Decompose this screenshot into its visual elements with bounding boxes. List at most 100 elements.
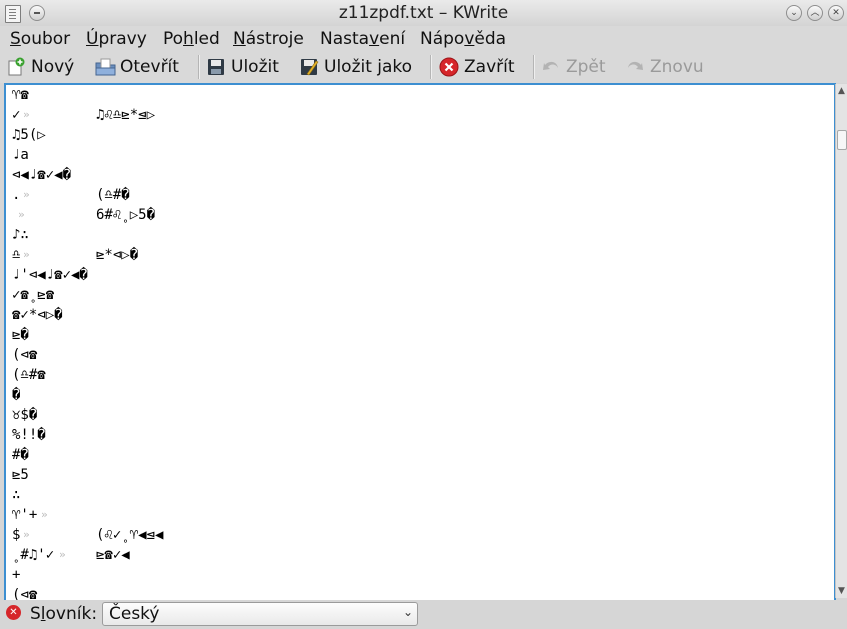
editor-line[interactable]: ✓☎˳⊵☎ — [12, 285, 812, 305]
spell-error-icon: ✕ — [6, 605, 21, 620]
editor-line[interactable]: ♪∴ — [12, 225, 812, 245]
line-text: . — [12, 187, 21, 203]
close-icon: ✕ — [832, 7, 840, 18]
redo-icon — [625, 57, 645, 77]
editor-line[interactable]: » 6#♌˳▷5� — [12, 205, 812, 225]
title-bar: z11zpdf.txt – KWrite ⌄ ︿ ✕ — [0, 0, 847, 27]
redo-label: Znovu — [650, 57, 704, 77]
save-button[interactable]: Uložit — [206, 54, 279, 80]
editor-line[interactable]: ⊵� — [12, 325, 812, 345]
main-toolbar: Nový Otevřít Uložit Uložit jako Zavřít Z… — [0, 51, 847, 83]
new-label: Nový — [31, 57, 75, 77]
tab-marker: » — [23, 108, 30, 121]
save-as-label: Uložit jako — [324, 57, 413, 77]
line-text: ⊵� — [12, 327, 29, 343]
menu-nastroje[interactable]: Nástroje — [233, 29, 304, 49]
save-as-icon — [299, 57, 319, 77]
line-text: (♎#☎ — [12, 367, 46, 383]
editor-line[interactable]: ♈'+» — [12, 505, 812, 525]
new-button[interactable]: Nový — [6, 54, 74, 80]
editor-line[interactable]: ♉$� — [12, 405, 812, 425]
scroll-up-icon[interactable]: ▲ — [836, 84, 847, 98]
line-text: ♫5(▷ — [12, 127, 46, 143]
line-text-column: ⊵☎✓◀ — [96, 547, 130, 563]
open-button[interactable]: Otevřít — [95, 54, 179, 80]
editor-line[interactable]: %!!� — [12, 425, 812, 445]
minimize-button[interactable]: ︿ — [807, 5, 823, 21]
close-circle-icon — [439, 57, 459, 77]
window-options-button[interactable]: ⌄ — [786, 5, 802, 21]
line-text: ⊲◀♩☎✓◀� — [12, 167, 72, 183]
tab-marker: » — [18, 208, 25, 221]
vertical-scrollbar[interactable]: ▲ ▼ — [835, 84, 847, 598]
toolbar-separator — [198, 55, 200, 79]
line-text: ∴ — [12, 487, 21, 503]
dictionary-select[interactable]: Český ⌄ — [102, 602, 418, 626]
editor-line[interactable]: ˳#♫'✓ » ⊵☎✓◀ — [12, 545, 812, 565]
line-text: %!!� — [12, 427, 46, 443]
line-text: ✓ — [12, 107, 21, 123]
line-text-column: ⊵*⊲▷� — [96, 247, 139, 263]
line-text: #� — [12, 447, 29, 463]
chevron-up-icon: ︿ — [810, 7, 820, 18]
menu-pohled[interactable]: Pohled — [163, 29, 220, 49]
line-text: + — [12, 567, 21, 583]
undo-button[interactable]: Zpět — [541, 54, 606, 80]
text-editor[interactable]: ♈☎ ✓» ♫♌♎⊵*⊴▷ ♫5(▷ ♩a ⊲◀♩☎✓◀�.» (♎#�» 6#♌˳▷5� ♪∴… — [4, 83, 836, 602]
editor-line[interactable]: ♫5(▷ — [12, 125, 812, 145]
editor-line[interactable]: ∴ — [12, 485, 812, 505]
scrollbar-thumb[interactable] — [837, 130, 847, 150]
tab-marker: » — [23, 248, 30, 261]
line-text-column: 6#♌˳▷5� — [96, 207, 156, 223]
menu-soubor[interactable]: Soubor — [10, 29, 70, 49]
dictionary-label: Slovník: — [30, 604, 98, 624]
line-text: ♈'+ — [12, 507, 38, 523]
line-text: ✓☎˳⊵☎ — [12, 287, 55, 303]
line-text: ♈☎ — [12, 87, 29, 103]
editor-line[interactable]: $» (♌✓˳♈◀⊴◀ — [12, 525, 812, 545]
status-bar: ✕ Slovník: Český ⌄ — [0, 600, 847, 629]
line-text: ☎✓*⊲▷� — [12, 307, 63, 323]
menu-upravy[interactable]: Úpravy — [86, 29, 147, 49]
editor-line[interactable]: � — [12, 385, 812, 405]
editor-line[interactable]: .» (♎#� — [12, 185, 812, 205]
editor-line[interactable]: ♎» ⊵*⊲▷� — [12, 245, 812, 265]
tab-marker: » — [23, 188, 30, 201]
line-text: ♪∴ — [12, 227, 29, 243]
editor-line[interactable]: + — [12, 565, 812, 585]
line-text: (⊲☎ — [12, 347, 38, 363]
close-document-button[interactable]: Zavřít — [439, 54, 515, 80]
dictionary-value: Český — [109, 604, 160, 624]
menu-nastaveni[interactable]: Nastavení — [320, 29, 405, 49]
toolbar-separator — [533, 55, 535, 79]
menu-napoveda[interactable]: Nápověda — [420, 29, 506, 49]
close-window-button[interactable]: ✕ — [828, 5, 844, 21]
line-text: ♎ — [12, 247, 21, 263]
save-disk-icon — [206, 57, 226, 77]
editor-line[interactable]: ♩'⊲◀♩☎✓◀� — [12, 265, 812, 285]
save-as-button[interactable]: Uložit jako — [299, 54, 412, 80]
editor-line[interactable]: ♈☎ — [12, 85, 812, 105]
editor-line[interactable]: ♩a — [12, 145, 812, 165]
editor-lines: ♈☎ ✓» ♫♌♎⊵*⊴▷ ♫5(▷ ♩a ⊲◀♩☎✓◀�.» (♎#�» 6#♌˳▷5� ♪∴… — [12, 85, 812, 600]
editor-line[interactable]: ✓» ♫♌♎⊵*⊴▷ — [12, 105, 812, 125]
chevron-down-icon: ⌄ — [790, 7, 798, 18]
editor-line[interactable]: #� — [12, 445, 812, 465]
undo-label: Zpět — [566, 57, 606, 77]
editor-line[interactable]: ⊵5 — [12, 465, 812, 485]
tab-marker: » — [59, 548, 66, 561]
scroll-down-icon[interactable]: ▼ — [836, 584, 847, 598]
line-text: $ — [12, 527, 21, 543]
editor-line[interactable]: (⊲☎ — [12, 345, 812, 365]
menu-bar: Soubor Úpravy Pohled Nástroje Nastavení … — [0, 26, 847, 51]
line-text: ⊵5 — [12, 467, 29, 483]
toolbar-separator — [430, 55, 432, 79]
line-text: ♩a — [12, 147, 29, 163]
close-label: Zavřít — [464, 57, 515, 77]
editor-line[interactable]: (♎#☎ — [12, 365, 812, 385]
editor-line[interactable]: ⊲◀♩☎✓◀� — [12, 165, 812, 185]
editor-line[interactable]: ☎✓*⊲▷� — [12, 305, 812, 325]
window-title: z11zpdf.txt – KWrite — [338, 3, 509, 23]
open-folder-icon — [95, 57, 116, 77]
redo-button[interactable]: Znovu — [625, 54, 704, 80]
